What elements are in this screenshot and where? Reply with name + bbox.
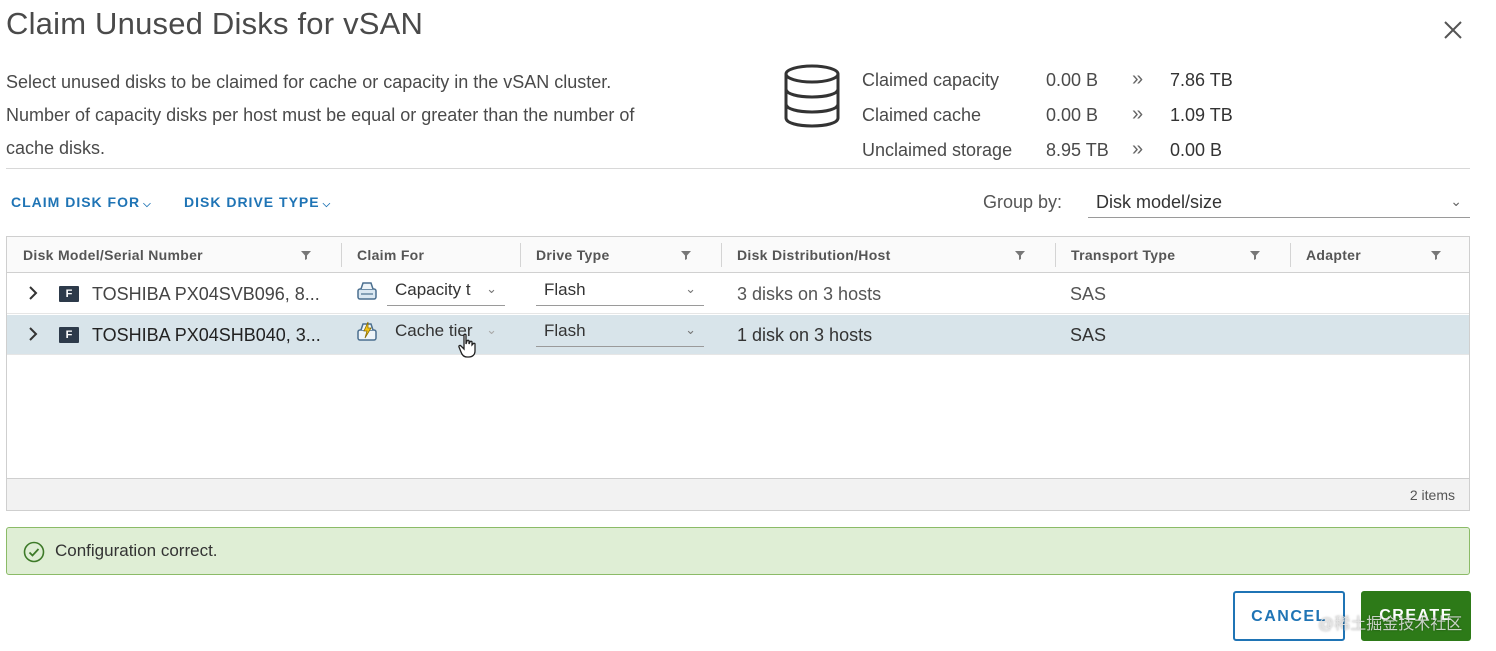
filter-icon[interactable] xyxy=(1429,248,1443,262)
claim-disk-for-label: CLAIM DISK FOR xyxy=(11,194,141,210)
summary-current: 0.00 B xyxy=(1046,70,1099,90)
disk-drive-type-label: DISK DRIVE TYPE xyxy=(184,194,320,210)
cache-tier-icon xyxy=(355,321,379,343)
summary-new: 0.00 B xyxy=(1170,140,1223,160)
chevron-down-icon: ⌄ xyxy=(1450,193,1462,209)
flash-disk-badge: F xyxy=(59,286,79,302)
column-header-label: Drive Type xyxy=(536,247,610,263)
capacity-tier-icon xyxy=(355,280,379,302)
distribution-cell: 3 disks on 3 hosts xyxy=(737,284,882,304)
chevron-right-icon[interactable] xyxy=(25,285,41,301)
close-icon[interactable] xyxy=(1440,17,1466,43)
column-header-label: Adapter xyxy=(1306,247,1361,263)
drive-type-select[interactable]: Flash ⌄ xyxy=(536,276,704,306)
double-chevron-icon: » xyxy=(1132,68,1144,90)
filter-icon[interactable] xyxy=(299,248,313,262)
flash-disk-badge: F xyxy=(59,327,79,343)
distribution-cell: 1 disk on 3 hosts xyxy=(737,325,873,345)
chevron-down-icon: ⌄ xyxy=(486,322,497,337)
column-header-disk-model[interactable]: Disk Model/Serial Number xyxy=(13,237,339,273)
column-header-label: Disk Distribution/Host xyxy=(737,247,891,263)
disk-model-cell: TOSHIBA PX04SHB040, 3... xyxy=(92,325,321,345)
claim-for-value: Capacity t xyxy=(395,280,471,299)
transport-cell: SAS xyxy=(1070,284,1107,304)
column-header-label: Transport Type xyxy=(1071,247,1176,263)
column-header-label: Claim For xyxy=(357,247,425,263)
disk-model-cell: TOSHIBA PX04SVB096, 8... xyxy=(92,284,320,304)
disks-datagrid: Disk Model/Serial Number Claim For Drive… xyxy=(6,236,1470,511)
column-separator[interactable] xyxy=(341,243,342,267)
drive-type-value: Flash xyxy=(544,280,586,299)
claim-disk-for-dropdown[interactable]: CLAIM DISK FOR ⌵ xyxy=(11,194,152,210)
summary-label: Claimed cache xyxy=(862,105,982,125)
chevron-down-icon: ⌄ xyxy=(685,281,696,296)
filter-icon[interactable] xyxy=(679,248,693,262)
chevron-down-icon: ⌵ xyxy=(322,199,332,210)
summary-new: 7.86 TB xyxy=(1170,70,1233,90)
chevron-down-icon: ⌵ xyxy=(143,199,152,210)
drive-type-value: Flash xyxy=(544,321,586,340)
column-header-disk-distribution[interactable]: Disk Distribution/Host xyxy=(727,237,1053,273)
hand-pointer-icon xyxy=(457,333,479,359)
database-icon xyxy=(782,64,842,128)
summary-label: Claimed capacity xyxy=(862,70,1000,90)
claim-for-select[interactable]: Cache tier ⌄ xyxy=(387,317,505,347)
drive-type-select[interactable]: Flash ⌄ xyxy=(536,317,704,347)
group-by-value: Disk model/size xyxy=(1096,192,1223,212)
watermark: @稀土掘金技术社区 xyxy=(1318,616,1463,633)
chevron-right-icon[interactable] xyxy=(25,326,41,342)
chevron-down-icon: ⌄ xyxy=(685,322,696,337)
claim-disks-dialog: Claim Unused Disks for vSAN Select unuse… xyxy=(0,0,1496,651)
transport-cell: SAS xyxy=(1070,325,1107,345)
dialog-description: Select unused disks to be claimed for ca… xyxy=(6,72,635,158)
table-row[interactable]: F TOSHIBA PX04SVB096, 8... Capacity t ⌄ … xyxy=(7,274,1469,314)
table-row-selected[interactable]: F TOSHIBA PX04SHB040, 3... Cache tier ⌄ … xyxy=(7,315,1469,355)
summary-current: 0.00 B xyxy=(1046,105,1099,125)
status-alert: Configuration correct. xyxy=(6,527,1470,575)
disk-drive-type-dropdown[interactable]: DISK DRIVE TYPE ⌵ xyxy=(184,194,331,210)
group-by-select[interactable]: Disk model/size ⌄ xyxy=(1088,186,1470,218)
double-chevron-icon: » xyxy=(1132,103,1144,125)
summary-current: 8.95 TB xyxy=(1046,140,1109,160)
grid-footer: 2 items xyxy=(7,478,1469,510)
column-header-claim-for[interactable]: Claim For xyxy=(347,237,519,273)
double-chevron-icon: » xyxy=(1132,138,1144,160)
check-circle-icon xyxy=(23,541,45,563)
alert-message: Configuration correct. xyxy=(55,541,218,560)
summary-new: 1.09 TB xyxy=(1170,105,1233,125)
dialog-title: Claim Unused Disks for vSAN xyxy=(6,6,424,41)
column-header-label: Disk Model/Serial Number xyxy=(23,247,203,263)
column-separator[interactable] xyxy=(520,243,521,267)
filter-icon[interactable] xyxy=(1248,248,1262,262)
grid-header: Disk Model/Serial Number Claim For Drive… xyxy=(7,237,1469,273)
column-separator[interactable] xyxy=(1055,243,1056,267)
summary-label: Unclaimed storage xyxy=(862,140,1013,160)
filter-icon[interactable] xyxy=(1013,248,1027,262)
claim-for-select[interactable]: Capacity t ⌄ xyxy=(387,276,505,306)
column-separator[interactable] xyxy=(721,243,722,267)
column-separator[interactable] xyxy=(1290,243,1291,267)
chevron-down-icon: ⌄ xyxy=(486,281,497,296)
header-divider xyxy=(6,168,1470,169)
item-count: 2 items xyxy=(1409,487,1455,503)
group-by-label: Group by: xyxy=(983,192,1063,212)
